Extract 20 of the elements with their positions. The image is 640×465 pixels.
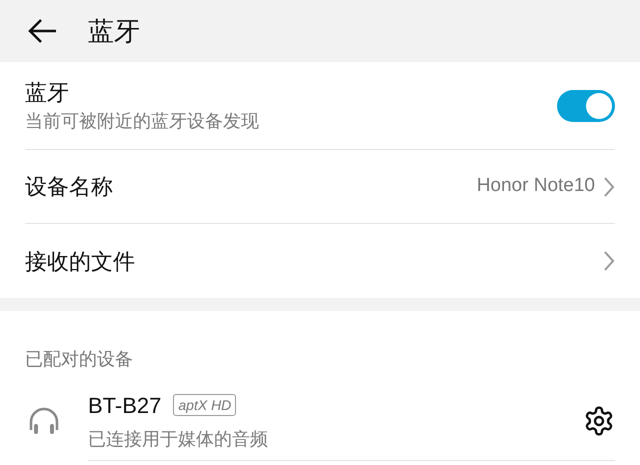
settings-row[interactable]: 接收的文件 (25, 224, 615, 298)
toggle-switch[interactable] (557, 90, 615, 122)
codec-tag: aptX HD (173, 394, 236, 416)
setting-value: Honor Note10 (476, 174, 595, 198)
setting-subtitle: 当前可被附近的蓝牙设备发现 (25, 110, 259, 132)
device-status: 已连接用于媒体的音频 (88, 428, 268, 450)
chevron-right-icon (603, 250, 615, 272)
page-title: 蓝牙 (88, 14, 140, 48)
device-name: BT-B27 (88, 392, 162, 420)
back-arrow-icon[interactable] (28, 18, 58, 44)
section-heading: 已配对的设备 (25, 348, 133, 371)
device-row[interactable]: BT-B27 aptX HD 已连接用于媒体的音频 (0, 381, 640, 461)
settings-icon[interactable] (583, 404, 615, 436)
settings-row[interactable]: 蓝牙 当前可被附近的蓝牙设备发现 (25, 62, 615, 150)
setting-title: 设备名称 (25, 173, 113, 201)
settings-row[interactable]: 设备名称 Honor Note10 (25, 150, 615, 224)
setting-title: 蓝牙 (25, 78, 70, 106)
setting-title: 接收的文件 (25, 248, 135, 276)
headphones-icon (28, 406, 60, 436)
chevron-right-icon (603, 176, 615, 198)
